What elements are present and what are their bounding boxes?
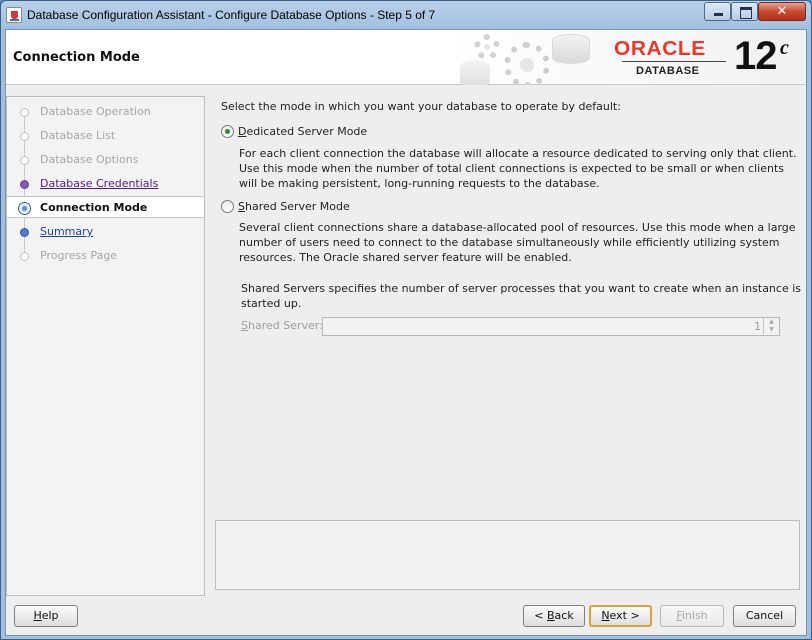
dedicated-server-radio[interactable] bbox=[221, 125, 234, 138]
database-cylinder-icon bbox=[552, 34, 590, 64]
nav-step-database-operation: Database Operation bbox=[7, 101, 204, 123]
version-suffix: c bbox=[780, 37, 789, 59]
nav-step-database-list: Database List bbox=[7, 125, 204, 147]
dbca-window: Database Configuration Assistant - Confi… bbox=[0, 0, 812, 640]
message-area bbox=[215, 520, 800, 590]
nav-step-link[interactable]: Database Credentials bbox=[40, 177, 158, 190]
shared-server-field-label: Shared Server: bbox=[241, 319, 323, 332]
finish-button[interactable]: Finish bbox=[660, 605, 724, 627]
gear-icon bbox=[474, 34, 500, 60]
page-title: Connection Mode bbox=[13, 50, 140, 65]
database-cylinder-icon bbox=[460, 60, 490, 85]
nav-step-summary[interactable]: Summary bbox=[7, 221, 204, 243]
close-button[interactable]: ✕ bbox=[758, 2, 806, 21]
dedicated-server-label[interactable]: Dedicated Server Mode bbox=[238, 125, 367, 138]
back-button[interactable]: < Back bbox=[523, 605, 585, 627]
step-dot-icon bbox=[20, 228, 29, 237]
next-button[interactable]: Next > bbox=[589, 605, 652, 627]
java-app-icon bbox=[6, 7, 22, 23]
wizard-body: Connection Mode ORACLE DATABASE 12 c Dat… bbox=[5, 29, 807, 636]
step-dot-icon bbox=[20, 156, 29, 165]
nav-step-label: Connection Mode bbox=[40, 201, 148, 214]
shared-server-label[interactable]: Shared Server Mode bbox=[238, 200, 350, 213]
shared-server-radio[interactable] bbox=[221, 200, 234, 213]
shared-server-description: Several client connections share a datab… bbox=[239, 221, 796, 264]
nav-step-label: Progress Page bbox=[40, 249, 118, 262]
step-navigation: Database Operation Database List Databas… bbox=[6, 96, 205, 596]
gears-graphic bbox=[456, 30, 596, 85]
step-dot-icon bbox=[20, 180, 29, 189]
maximize-button[interactable] bbox=[731, 2, 758, 21]
nav-step-link[interactable]: Summary bbox=[40, 225, 93, 238]
nav-step-label: Database List bbox=[40, 129, 116, 142]
step-dot-icon bbox=[20, 252, 29, 261]
minimize-button[interactable] bbox=[704, 2, 731, 21]
oracle-brand: ORACLE bbox=[614, 38, 706, 60]
logo-divider bbox=[622, 61, 726, 62]
header-banner: Connection Mode ORACLE DATABASE 12 c bbox=[6, 30, 806, 85]
intro-text: Select the mode in which you want your d… bbox=[221, 100, 621, 113]
nav-step-label: Database Options bbox=[40, 153, 139, 166]
version-number: 12 bbox=[734, 34, 777, 78]
cancel-button[interactable]: Cancel bbox=[733, 605, 796, 627]
close-icon: ✕ bbox=[776, 4, 788, 19]
gear-icon bbox=[504, 42, 550, 85]
title-bar[interactable]: Database Configuration Assistant - Confi… bbox=[1, 1, 811, 29]
dedicated-server-description: For each client connection the database … bbox=[239, 147, 797, 190]
nav-step-progress-page: Progress Page bbox=[7, 245, 204, 267]
main-panel: Select the mode in which you want your d… bbox=[215, 96, 806, 596]
nav-step-database-credentials[interactable]: Database Credentials bbox=[7, 173, 204, 195]
step-dot-icon bbox=[20, 108, 29, 117]
step-dot-icon bbox=[20, 132, 29, 141]
help-button[interactable]: Help bbox=[14, 605, 78, 627]
shared-server-spinner[interactable]: 1 ▲ ▼ bbox=[322, 317, 780, 336]
nav-step-connection-mode[interactable]: Connection Mode bbox=[7, 196, 204, 218]
spinner-up-icon[interactable]: ▲ bbox=[764, 318, 779, 326]
shared-server-value: 1 bbox=[754, 320, 761, 333]
spinner-down-icon[interactable]: ▼ bbox=[764, 326, 779, 334]
nav-step-label: Database Operation bbox=[40, 105, 151, 118]
product-name: DATABASE bbox=[636, 65, 700, 77]
current-step-icon bbox=[18, 202, 31, 215]
spinner-arrows[interactable]: ▲ ▼ bbox=[763, 318, 779, 335]
window-title: Database Configuration Assistant - Confi… bbox=[27, 8, 436, 22]
shared-servers-note: Shared Servers specifies the number of s… bbox=[241, 282, 802, 310]
nav-step-database-options: Database Options bbox=[7, 149, 204, 171]
oracle-logo: ORACLE DATABASE 12 c bbox=[612, 34, 802, 82]
